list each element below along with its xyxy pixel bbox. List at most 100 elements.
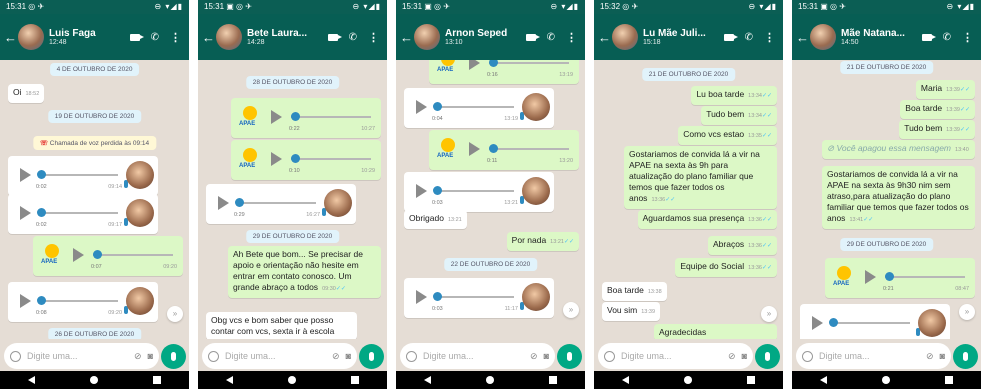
- message-out[interactable]: Gostariamos de convida lá a vir na APAE …: [822, 166, 975, 229]
- video-call-icon[interactable]: [327, 33, 342, 41]
- play-icon[interactable]: [73, 248, 84, 262]
- audio-message-out[interactable]: APAE 0:07 09:20: [33, 236, 183, 276]
- audio-message[interactable]: 0:29 16:27: [206, 184, 356, 224]
- menu-dots-icon[interactable]: ⋮: [170, 31, 181, 44]
- audio-message-out[interactable]: APAE 0:16 13:19: [429, 60, 579, 84]
- back-arrow-icon[interactable]: ←: [202, 30, 215, 45]
- nav-back-icon[interactable]: [225, 376, 233, 384]
- chat-area[interactable]: 4 DE OUTUBRO DE 2020 Oi 18:52 19 DE OUTUB…: [0, 60, 189, 339]
- scroll-down-icon[interactable]: »: [761, 306, 777, 322]
- nav-back-icon[interactable]: [27, 376, 35, 384]
- nav-recents-icon[interactable]: [549, 376, 558, 384]
- nav-home-icon[interactable]: [485, 376, 494, 384]
- audio-message-out[interactable]: APAE 0:10 10:29: [231, 140, 381, 180]
- avatar[interactable]: [612, 24, 638, 50]
- play-icon[interactable]: [271, 152, 282, 166]
- audio-progress[interactable]: [93, 254, 173, 256]
- contact-info[interactable]: Bete Laura... 14:28: [247, 28, 328, 46]
- phone-icon[interactable]: ✆: [547, 32, 555, 43]
- chat-area[interactable]: APAE 0:16 13:19 0:04 13:19 APAE 0:11 13:20 0:…: [396, 60, 585, 339]
- audio-scrubber[interactable]: [37, 170, 46, 179]
- contact-info[interactable]: Luis Faga 12:48: [49, 28, 130, 46]
- play-icon[interactable]: [416, 184, 427, 198]
- message-in[interactable]: Obrigado 13:21: [404, 210, 467, 229]
- play-icon[interactable]: [416, 100, 427, 114]
- audio-message-out[interactable]: APAE 0:11 13:20: [429, 130, 579, 170]
- audio-progress[interactable]: [434, 106, 514, 108]
- avatar[interactable]: [18, 24, 44, 50]
- message-out[interactable]: Maria 13:39✓✓: [915, 80, 975, 99]
- mic-button[interactable]: [953, 344, 978, 369]
- scroll-down-icon[interactable]: »: [167, 306, 183, 322]
- audio-scrubber[interactable]: [829, 318, 838, 327]
- mic-button[interactable]: [557, 344, 582, 369]
- back-arrow-icon[interactable]: ←: [796, 30, 809, 45]
- audio-message[interactable]: 0:08 09:20: [8, 282, 158, 322]
- message-in[interactable]: Obg vcs e bom saber que posso contar com…: [206, 312, 357, 339]
- audio-scrubber[interactable]: [93, 250, 102, 259]
- menu-dots-icon[interactable]: ⋮: [368, 31, 379, 44]
- avatar[interactable]: [810, 24, 836, 50]
- attach-icon[interactable]: ⊘: [134, 351, 142, 362]
- nav-home-icon[interactable]: [683, 376, 692, 384]
- message-out[interactable]: Como vcs estao 13:35✓✓: [678, 126, 777, 145]
- emoji-icon[interactable]: [802, 350, 813, 362]
- message-in[interactable]: Vou sim 13:39: [602, 302, 661, 321]
- deleted-message[interactable]: ⊘ Você apagou essa mensagem 13:40: [822, 140, 975, 159]
- nav-back-icon[interactable]: [819, 376, 827, 384]
- attach-icon[interactable]: ⊘: [332, 351, 340, 362]
- message-out[interactable]: Abraços 13:36✓✓: [707, 236, 777, 255]
- phone-icon[interactable]: ✆: [349, 32, 357, 43]
- menu-dots-icon[interactable]: ⋮: [566, 31, 577, 44]
- video-call-icon[interactable]: [129, 33, 144, 41]
- audio-message[interactable]: 0:04 13:19: [404, 88, 554, 128]
- emoji-icon[interactable]: [208, 350, 219, 362]
- message-input[interactable]: Digite uma... ⊘ ◙: [796, 343, 951, 369]
- message-out[interactable]: Equipe do Social 13:36✓✓: [675, 258, 777, 277]
- audio-progress[interactable]: [291, 116, 371, 118]
- audio-message[interactable]: 0:02 09:17: [8, 194, 158, 234]
- audio-progress[interactable]: [434, 296, 514, 298]
- message-in[interactable]: Boa tarde 13:38: [602, 282, 667, 301]
- emoji-icon[interactable]: [604, 350, 615, 362]
- audio-progress[interactable]: [38, 212, 118, 214]
- audio-progress[interactable]: [830, 322, 910, 324]
- scroll-down-icon[interactable]: »: [959, 304, 975, 320]
- nav-home-icon[interactable]: [881, 376, 890, 384]
- nav-back-icon[interactable]: [423, 376, 431, 384]
- contact-info[interactable]: Lu Mãe Juli... 15:18: [643, 28, 724, 46]
- video-call-icon[interactable]: [921, 33, 936, 41]
- audio-scrubber[interactable]: [291, 112, 300, 121]
- nav-recents-icon[interactable]: [153, 376, 162, 384]
- nav-recents-icon[interactable]: [351, 376, 360, 384]
- audio-progress[interactable]: [489, 62, 569, 64]
- camera-icon[interactable]: ◙: [148, 351, 153, 361]
- message-out[interactable]: Tudo bem 13:39✓✓: [899, 120, 975, 139]
- message-out[interactable]: Gostariamos de convida lá a vir na APAE …: [624, 146, 777, 209]
- video-call-icon[interactable]: [525, 33, 540, 41]
- audio-message-out[interactable]: APAE 0:21 08:47: [825, 258, 975, 298]
- audio-scrubber[interactable]: [489, 144, 498, 153]
- audio-scrubber[interactable]: [291, 154, 300, 163]
- audio-message-out[interactable]: APAE 0:22 10:27: [231, 98, 381, 138]
- message-out[interactable]: Lu boa tarde 13:34✓✓: [691, 86, 777, 105]
- message-out[interactable]: Aguardamos sua presença 13:36✓✓: [637, 210, 777, 229]
- play-icon[interactable]: [271, 110, 282, 124]
- message-out[interactable]: Tudo bem 13:34✓✓: [701, 106, 777, 125]
- audio-progress[interactable]: [38, 300, 118, 302]
- play-icon[interactable]: [865, 270, 876, 284]
- missed-call-notice[interactable]: ☏ Chamada de voz perdida às 09:14: [32, 136, 157, 150]
- attach-icon[interactable]: ⊘: [728, 351, 736, 362]
- audio-message[interactable]: 0:02 09:14: [8, 156, 158, 196]
- chat-area[interactable]: 21 DE OUTUBRO DE 2020 Maria 13:39✓✓ Boa t…: [792, 60, 981, 339]
- audio-scrubber[interactable]: [235, 198, 244, 207]
- avatar[interactable]: [414, 24, 440, 50]
- camera-icon[interactable]: ◙: [544, 351, 549, 361]
- nav-home-icon[interactable]: [287, 376, 296, 384]
- mic-button[interactable]: [755, 344, 780, 369]
- emoji-icon[interactable]: [10, 350, 21, 362]
- message-input[interactable]: Digite uma... ⊘ ◙: [4, 343, 159, 369]
- audio-scrubber[interactable]: [433, 186, 442, 195]
- back-arrow-icon[interactable]: ←: [598, 30, 611, 45]
- nav-back-icon[interactable]: [621, 376, 629, 384]
